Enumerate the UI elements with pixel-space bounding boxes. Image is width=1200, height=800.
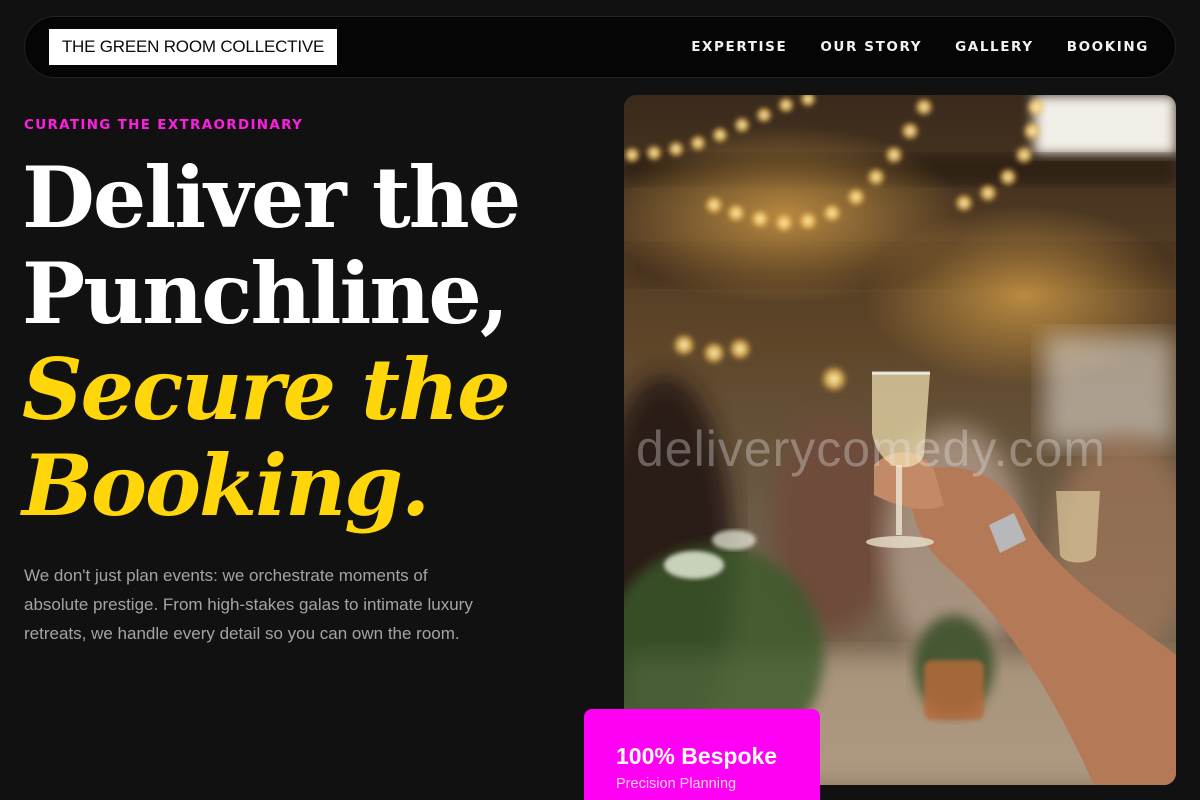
nav-link-gallery[interactable]: GALLERY <box>955 39 1034 55</box>
headline-line-2: Punchline, <box>22 244 509 343</box>
badge-subtitle: Precision Planning <box>616 776 737 792</box>
main-nav: EXPERTISE OUR STORY GALLERY BOOKING <box>691 39 1149 55</box>
hero-headline: Deliver the Punchline, Secure the Bookin… <box>22 148 521 535</box>
site-header: THE GREEN ROOM COLLECTIVE EXPERTISE OUR … <box>24 16 1176 78</box>
image-watermark: deliverycomedy.com <box>636 421 1107 477</box>
hero-description: We don't just plan events: we orchestrat… <box>24 566 473 643</box>
badge-title: 100% Bespoke <box>616 743 778 769</box>
nav-link-expertise[interactable]: EXPERTISE <box>691 39 787 55</box>
headline-accent-line-1: Secure the <box>22 340 511 439</box>
headline-accent-line-2: Booking. <box>22 436 430 535</box>
nav-link-our-story[interactable]: OUR STORY <box>820 39 922 55</box>
brand-logo[interactable]: THE GREEN ROOM COLLECTIVE <box>49 29 337 65</box>
headline-line-1: Deliver the <box>22 148 521 247</box>
nav-link-booking[interactable]: BOOKING <box>1067 39 1149 55</box>
hero-eyebrow: CURATING THE EXTRAORDINARY <box>24 117 304 133</box>
bespoke-badge: 100% Bespoke Precision Planning <box>584 709 820 800</box>
